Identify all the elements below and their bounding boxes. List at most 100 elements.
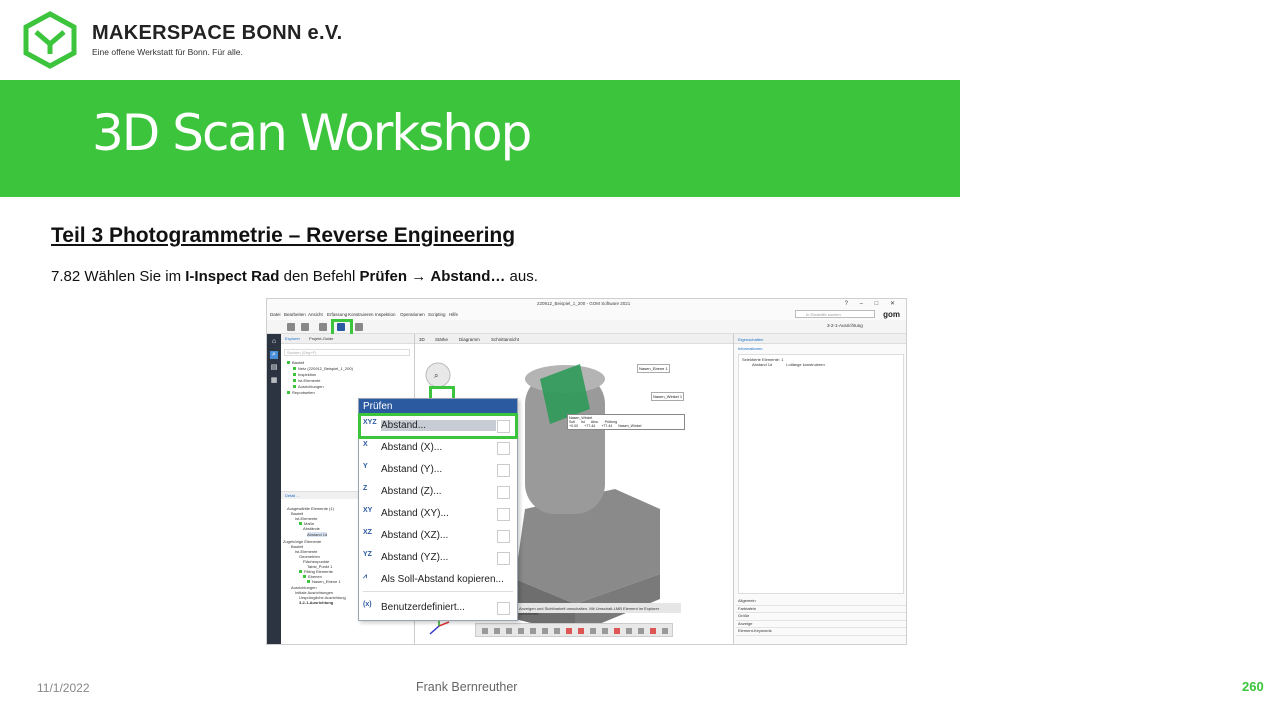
element-icon <box>299 522 302 526</box>
checkbox[interactable] <box>497 552 510 565</box>
tool-button[interactable] <box>506 628 512 634</box>
menu-operationen[interactable]: Operationen <box>400 312 425 317</box>
tree-item-label: Ist-Elemente <box>298 378 321 383</box>
element-icon <box>287 361 290 365</box>
checkbox[interactable] <box>497 486 510 499</box>
tree-item[interactable]: Bauteil <box>287 360 304 365</box>
menu-scripting[interactable]: Scripting <box>428 312 446 317</box>
menu-item-label: Abstand (XZ)... <box>381 530 449 541</box>
toolbar-button[interactable] <box>287 323 295 331</box>
tree-item[interactable]: 3-2-1-Ausrichtung <box>299 600 333 605</box>
element-icon <box>307 580 310 584</box>
home-icon[interactable]: ⌂ <box>270 338 278 346</box>
xz-plane-icon: XZ <box>363 529 372 536</box>
yz-plane-icon: YZ <box>363 551 372 558</box>
left-rail: ⌂ ⌕ ▤ ▦ <box>267 334 281 644</box>
menu-item-label: Abstand (X)... <box>381 442 443 453</box>
tool-button[interactable] <box>494 628 500 634</box>
checkbox[interactable] <box>497 508 510 521</box>
tool-button[interactable] <box>626 628 632 634</box>
tool-button[interactable] <box>566 628 572 634</box>
tool-button[interactable] <box>602 628 608 634</box>
menu-item-abstand-x[interactable]: X Abstand (X)... <box>359 439 517 457</box>
tool-button[interactable] <box>578 628 584 634</box>
menu-item-abstand-xy[interactable]: XY Abstand (XY)... <box>359 505 517 523</box>
tree-item-selected[interactable]: Abstand 1d <box>307 532 328 537</box>
tree-item[interactable]: Inspektion <box>293 372 316 377</box>
menu-item-abstand-y[interactable]: Y Abstand (Y)... <box>359 461 517 479</box>
menu-bar: Datei Bearbeiten Ansicht Erfassung Konst… <box>267 309 906 320</box>
title-banner: 3D Scan Workshop <box>0 80 960 197</box>
org-name: MAKERSPACE BONN e.V. <box>92 22 343 44</box>
element-icon <box>303 575 306 579</box>
menu-ansicht[interactable]: Ansicht <box>308 312 323 317</box>
checkbox[interactable] <box>497 602 510 615</box>
toolbar-button[interactable] <box>319 323 327 331</box>
z-axis-icon: Z <box>363 485 368 492</box>
section-groesse[interactable]: Größe <box>736 613 906 621</box>
y-axis-icon: Y <box>363 463 368 470</box>
prop-value: Lotlänge konstruieren <box>786 362 825 367</box>
toolbar-button[interactable] <box>301 323 309 331</box>
menu-datei[interactable]: Datei <box>270 312 281 317</box>
menu-inspektion[interactable]: Inspektion <box>375 312 396 317</box>
tool-button[interactable] <box>590 628 596 634</box>
search-input[interactable]: In Einstellfe suchen <box>795 310 875 318</box>
menu-item-abstand-z[interactable]: Z Abstand (Z)... <box>359 483 517 501</box>
menu-hilfe[interactable]: Hilfe <box>449 312 458 317</box>
menu-item-soll-abstand[interactable]: ⩘ Als Soll-Abstand kopieren... <box>359 571 517 589</box>
tool-button[interactable] <box>542 628 548 634</box>
footer-date: 11/1/2022 <box>37 681 90 695</box>
gom-logo: gom <box>883 310 900 319</box>
tool-button[interactable] <box>662 628 668 634</box>
section-farbtafeln[interactable]: Farbtafeln <box>736 606 906 613</box>
menu-item-label: Abstand (XY)... <box>381 508 449 519</box>
section-allgemein[interactable]: Allgemein <box>736 598 906 606</box>
menu-item-label: Benutzerdefiniert... <box>381 602 465 613</box>
tab-explorer[interactable]: Explorer <box>285 336 300 341</box>
report-icon[interactable]: ▤ <box>270 364 278 372</box>
tool-button[interactable] <box>482 628 488 634</box>
menu-item-benutzerdefiniert[interactable]: (x) Benutzerdefiniert... <box>359 599 517 617</box>
menu-konstruieren[interactable]: Konstruieren <box>348 312 374 317</box>
tree-item[interactable]: Netz (220912_Beispiel_1_200) <box>293 366 353 371</box>
toolbar-button[interactable] <box>355 323 363 331</box>
tree-item[interactable]: Nasen_Ebene 1 <box>307 579 341 584</box>
window-controls[interactable]: ? – □ ✕ <box>845 300 900 307</box>
checkbox[interactable] <box>497 442 510 455</box>
menu-item-label: Abstand (Z)... <box>381 486 442 497</box>
tree-item[interactable]: Ist-Elemente <box>293 378 320 383</box>
alignment-select[interactable]: 3-2-1-Ausrichtung <box>827 323 863 328</box>
menu-item-abstand-yz[interactable]: YZ Abstand (YZ)... <box>359 549 517 567</box>
grid-icon[interactable]: ▦ <box>270 377 278 385</box>
menu-item-abstand-xz[interactable]: XZ Abstand (XZ)... <box>359 527 517 545</box>
tool-button[interactable] <box>518 628 524 634</box>
tool-button[interactable] <box>554 628 560 634</box>
section-keywords[interactable]: Element-Keywords <box>736 628 906 636</box>
properties-subtitle: Informationen <box>738 346 763 351</box>
tree-item[interactable]: Reportseiten <box>287 390 315 395</box>
label-nasen-winkel[interactable]: Nasen_Winkel 1 <box>651 392 685 401</box>
section-anzeige[interactable]: Anzeige <box>736 621 906 628</box>
menu-erfassung[interactable]: Erfassung <box>327 312 347 317</box>
tab-projekt-guide[interactable]: Projekt-Guide <box>309 336 333 341</box>
logo: MAKERSPACE BONN e.V. Eine offene Werksta… <box>22 8 362 70</box>
tree-item[interactable]: Abstände <box>303 526 320 531</box>
footer-author: Frank Bernreuther <box>416 680 518 694</box>
tool-button[interactable] <box>614 628 620 634</box>
tool-button[interactable] <box>530 628 536 634</box>
element-icon <box>287 391 290 395</box>
inspect-icon[interactable]: ⌕ <box>270 351 278 359</box>
tool-button[interactable] <box>650 628 656 634</box>
label-nasen-ebene[interactable]: Nasen_Ebene 1 <box>637 364 670 373</box>
checkbox[interactable] <box>497 530 510 543</box>
tool-button[interactable] <box>638 628 644 634</box>
tree-item[interactable]: Ausrichtungen <box>293 384 324 389</box>
main-toolbar: 3-2-1-Ausrichtung <box>267 320 906 334</box>
page-number: 260 <box>1242 679 1264 694</box>
menu-bearbeiten[interactable]: Bearbeiten <box>284 312 306 317</box>
tree-item-label: Netz (220912_Beispiel_1_200) <box>298 366 353 371</box>
checkbox[interactable] <box>497 464 510 477</box>
explorer-search[interactable]: Suchen (Strg+F) <box>284 349 410 356</box>
i-inspect-wheel-icon[interactable]: ⌕ <box>425 362 451 388</box>
